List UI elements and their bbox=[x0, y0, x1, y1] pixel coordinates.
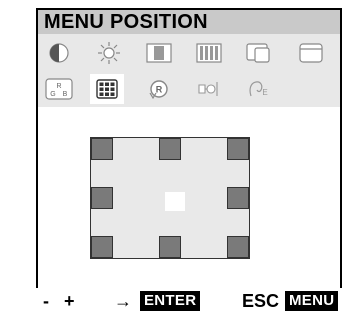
svg-text:E: E bbox=[262, 88, 267, 97]
degauss-icon[interactable] bbox=[192, 76, 226, 102]
title-bar: MENU POSITION bbox=[38, 10, 340, 34]
brightness-icon[interactable] bbox=[92, 40, 126, 66]
svg-text:G: G bbox=[50, 91, 55, 98]
menu-title: MENU POSITION bbox=[44, 11, 208, 33]
svg-text:R: R bbox=[56, 83, 61, 90]
language-icon[interactable]: E bbox=[242, 76, 276, 102]
menu-position-icon[interactable] bbox=[90, 74, 124, 104]
position-top-center[interactable] bbox=[159, 138, 181, 160]
menu-key: MENU bbox=[285, 291, 339, 311]
screen-preview bbox=[90, 137, 250, 259]
enter-key: ENTER bbox=[140, 291, 201, 311]
svg-text:B: B bbox=[63, 91, 68, 98]
plus-key: + bbox=[64, 291, 75, 311]
position-bottom-left[interactable] bbox=[91, 236, 113, 258]
position-center-current[interactable] bbox=[165, 192, 185, 211]
v-position-icon[interactable] bbox=[294, 40, 328, 66]
position-middle-left[interactable] bbox=[91, 187, 113, 209]
contrast-icon[interactable] bbox=[42, 40, 76, 66]
v-size-icon[interactable] bbox=[192, 40, 226, 66]
icon-panel: R G B R E bbox=[38, 34, 340, 107]
color-rgb-icon[interactable]: R G B bbox=[42, 76, 76, 102]
h-position-icon[interactable] bbox=[242, 40, 276, 66]
arrow-right-icon: → bbox=[114, 291, 132, 311]
key-legend: - + → ENTER ESC MENU bbox=[36, 288, 342, 313]
recall-icon[interactable]: R bbox=[142, 76, 176, 102]
osd-menu-window: MENU POSITION R G B R E bbox=[36, 8, 342, 288]
position-middle-right[interactable] bbox=[227, 187, 249, 209]
h-size-icon[interactable] bbox=[142, 40, 176, 66]
position-top-right[interactable] bbox=[227, 138, 249, 160]
position-bottom-center[interactable] bbox=[159, 236, 181, 258]
position-bottom-right[interactable] bbox=[227, 236, 249, 258]
esc-label: ESC bbox=[242, 291, 280, 311]
minus-key: - bbox=[43, 291, 49, 311]
position-top-left[interactable] bbox=[91, 138, 113, 160]
svg-text:R: R bbox=[156, 85, 163, 95]
position-preview-area bbox=[38, 107, 340, 288]
